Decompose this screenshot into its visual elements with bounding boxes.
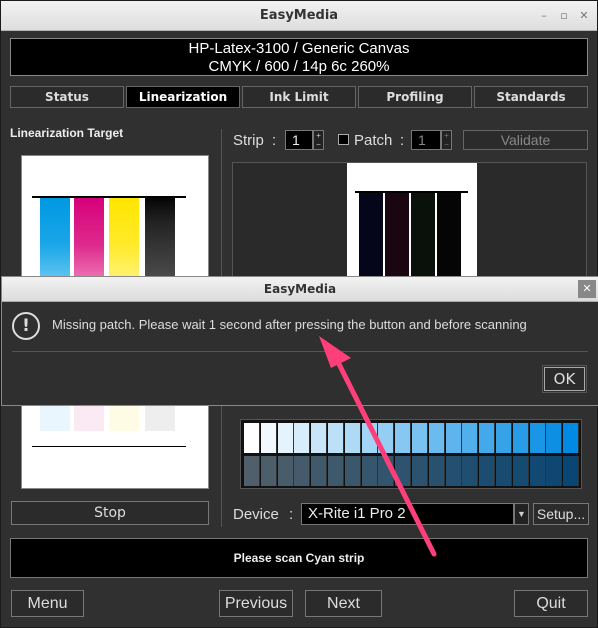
strip-patch — [512, 456, 529, 486]
strip-patch — [462, 423, 479, 453]
yellow-column — [109, 198, 139, 276]
strip-patch — [479, 423, 496, 453]
strip-patch — [462, 456, 479, 486]
cyan-strip-patches — [240, 419, 582, 489]
strip-patch — [546, 423, 563, 453]
strip-patch — [378, 423, 395, 453]
scan-column-1 — [359, 193, 383, 283]
tab-bar: Status Linearization Ink Limit Profiling… — [10, 86, 588, 108]
strip-patch — [244, 456, 260, 486]
scanned-strip-image — [347, 163, 477, 283]
device-select[interactable]: X-Rite i1 Pro 2 — [301, 503, 514, 525]
dialog-separator — [12, 351, 588, 352]
info-icon: ! — [12, 312, 40, 340]
strip-spin-arrows-icon[interactable]: + − — [313, 130, 324, 150]
black-column — [145, 198, 175, 276]
strip-patch — [529, 456, 546, 486]
magenta-column — [74, 198, 104, 276]
tab-ink-limit[interactable]: Ink Limit — [242, 86, 356, 108]
strip-patch — [496, 423, 512, 453]
status-message: Please scan Cyan strip — [10, 538, 588, 578]
cyan-column — [40, 198, 70, 276]
close-icon[interactable]: ✕ — [577, 9, 591, 22]
device-label: Device — [233, 506, 279, 523]
strip-colon: : — [272, 132, 277, 149]
strip-patch — [395, 456, 412, 486]
patch-spinner[interactable]: 1 — [411, 130, 441, 150]
strip-patch — [344, 456, 361, 486]
strip-spinner[interactable]: 1 — [285, 130, 313, 150]
strip-patch — [260, 423, 277, 453]
strip-patch — [311, 456, 328, 486]
tab-standards[interactable]: Standards — [474, 86, 588, 108]
strip-patch — [496, 456, 512, 486]
strip-patch — [344, 423, 361, 453]
strip-patch — [244, 423, 260, 453]
strip-label: Strip — [233, 132, 264, 149]
strip-patch — [328, 456, 344, 486]
strip-patch — [277, 423, 294, 453]
ok-button[interactable]: OK — [542, 365, 587, 393]
left-panel: Linearization Target — [10, 126, 213, 140]
stop-button[interactable]: Stop — [11, 501, 209, 525]
setup-button[interactable]: Setup... — [533, 503, 589, 525]
header-printer-media: HP-Latex-3100 / Generic Canvas — [188, 40, 410, 57]
dialog-close-icon[interactable]: ✕ — [578, 280, 596, 298]
patch-label: Patch — [354, 132, 393, 149]
scan-column-2 — [385, 193, 409, 283]
app-window: EasyMedia – ▫ ✕ HP-Latex-3100 / Generic … — [0, 0, 598, 628]
target-bottom-line — [32, 446, 186, 447]
missing-patch-dialog: EasyMedia ✕ ! Missing patch. Please wait… — [1, 276, 598, 406]
minimize-icon[interactable]: – — [537, 9, 551, 22]
device-colon: : — [289, 506, 294, 523]
strip-patch — [311, 423, 328, 453]
quit-button[interactable]: Quit — [514, 590, 588, 617]
strip-patch — [529, 423, 546, 453]
strip-patch — [412, 423, 428, 453]
strip-patch — [563, 456, 580, 486]
strip-patch — [361, 423, 378, 453]
printer-media-header: HP-Latex-3100 / Generic Canvas CMYK / 60… — [10, 38, 588, 76]
chevron-down-icon[interactable]: ▼ — [514, 503, 529, 525]
strip-patch — [563, 423, 580, 453]
maximize-icon[interactable]: ▫ — [557, 9, 571, 22]
scan-column-4 — [437, 193, 461, 283]
tab-status[interactable]: Status — [10, 86, 124, 108]
strip-patch — [277, 456, 294, 486]
tab-profiling[interactable]: Profiling — [358, 86, 472, 108]
scan-column-3 — [411, 193, 435, 283]
strip-patch — [512, 423, 529, 453]
strip-patch — [546, 456, 563, 486]
title-bar: EasyMedia – ▫ ✕ — [1, 1, 597, 31]
dialog-title: EasyMedia — [2, 277, 598, 302]
strip-patch — [479, 456, 496, 486]
strip-patch — [412, 456, 428, 486]
validate-button[interactable]: Validate — [463, 130, 588, 150]
device-row: Device : X-Rite i1 Pro 2 ▼ Setup... — [233, 503, 589, 527]
tab-linearization[interactable]: Linearization — [126, 86, 240, 108]
strip-patch — [378, 456, 395, 486]
window-title: EasyMedia — [259, 8, 339, 23]
dialog-message: Missing patch. Please wait 1 second afte… — [52, 317, 527, 332]
header-profile-settings: CMYK / 600 / 14p 6c 260% — [208, 58, 390, 75]
strip-patch — [294, 456, 311, 486]
strip-patch — [328, 423, 344, 453]
patch-colon: : — [400, 132, 405, 149]
strip-patch — [428, 423, 445, 453]
strip-patch — [445, 423, 462, 453]
menu-button[interactable]: Menu — [11, 590, 84, 617]
strip-patch — [361, 456, 378, 486]
previous-button[interactable]: Previous — [219, 590, 293, 617]
strip-patch — [428, 456, 445, 486]
strip-patch — [445, 456, 462, 486]
strip-patch — [260, 456, 277, 486]
patch-checkbox[interactable] — [338, 134, 349, 145]
strip-patch — [294, 423, 311, 453]
linearization-target-title: Linearization Target — [10, 126, 124, 140]
next-button[interactable]: Next — [305, 590, 382, 617]
strip-patch-toolbar: Strip : 1 + − Patch : 1 + − Validate — [233, 129, 589, 153]
strip-patch — [395, 423, 412, 453]
patch-spin-arrows-icon[interactable]: + − — [441, 130, 452, 150]
